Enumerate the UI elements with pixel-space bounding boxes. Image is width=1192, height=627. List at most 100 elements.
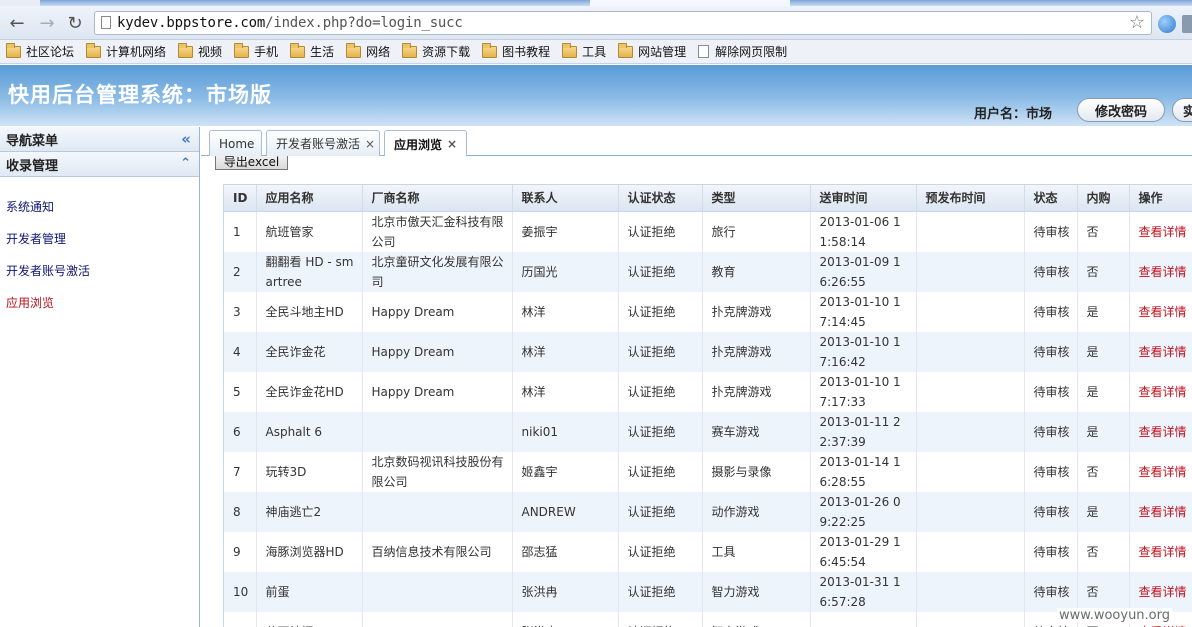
sidebar-section-title: 收录管理 — [6, 158, 59, 174]
table-body: 1 航班管家 北京市傲天汇金科技有限公司 姜振宇 认证拒绝 旅行 2013-01-06 11… — [224, 211, 1192, 627]
bookmark-item[interactable]: 生活 — [290, 42, 335, 60]
bookmark-item[interactable]: 视频 — [178, 42, 222, 60]
bookmark-item[interactable]: 手机 — [234, 42, 278, 60]
table-row[interactable]: 4 全民诈金花 Happy Dream 林洋 认证拒绝 扑克牌游戏 2013-01-10 1… — [224, 331, 1192, 372]
table-cell: 认证拒绝 — [618, 251, 703, 292]
sidebar-item[interactable]: 应用浏览 — [0, 286, 199, 318]
table-cell: 是 — [1077, 491, 1130, 532]
table-cell — [362, 411, 513, 452]
forward-icon[interactable]: → — [36, 12, 58, 34]
column-header[interactable]: 送审时间 — [810, 185, 917, 212]
view-details-link[interactable]: 查看详情 — [1129, 491, 1192, 532]
bookmark-item[interactable]: 图书教程 — [482, 42, 550, 60]
sidebar-list: 系统通知 开发者管理 开发者账号激活 应用浏览 — [0, 177, 199, 318]
table-cell: 是 — [1077, 411, 1130, 452]
wrench-icon[interactable] — [1182, 15, 1192, 33]
view-details-link[interactable]: 查看详情 — [1129, 251, 1192, 292]
table-row[interactable]: 7 玩转3D 北京数码视讯科技股份有限公司 姬鑫宇 认证拒绝 摄影与录像 2013-01-1… — [224, 451, 1192, 492]
main-content: 导出excel ID 应用名称 厂商名称 联系人 认证状态 类型 送审时间 预发布时间 状态 内购… — [201, 156, 1192, 627]
table-row[interactable]: 10 前蛋 张洪冉 认证拒绝 智力游戏 2013-01-31 16:57:28 待审核否查看… — [224, 571, 1192, 612]
table-cell: 待审核 — [1024, 531, 1078, 572]
bookmark-item[interactable]: 网络 — [346, 42, 391, 60]
table-cell: 北京童研文化发展有限公司 — [362, 251, 513, 292]
table-cell — [916, 211, 1025, 252]
column-header[interactable]: 类型 — [702, 185, 811, 212]
tab[interactable]: 开发者账号激活 × — [266, 130, 380, 156]
close-icon[interactable]: × — [365, 137, 375, 151]
bookmark-item[interactable]: 社区论坛 — [6, 42, 75, 60]
column-header[interactable]: 认证状态 — [618, 185, 703, 212]
export-excel-button[interactable]: 导出excel — [215, 156, 288, 170]
view-details-link[interactable]: 查看详情 — [1129, 331, 1192, 372]
column-header[interactable]: 操作 — [1129, 185, 1192, 212]
table-row[interactable]: 8 神庙逃亡2 ANDREW 认证拒绝 动作游戏 2013-01-26 09:22:25 待… — [224, 491, 1192, 532]
bookmark-label: 工具 — [582, 45, 607, 59]
bookmark-label: 网络 — [366, 45, 391, 59]
table-cell: 认证拒绝 — [618, 411, 703, 452]
exit-button[interactable]: 实 — [1172, 98, 1192, 122]
view-details-link[interactable]: 查看详情 — [1129, 211, 1192, 252]
table-row[interactable]: 2 翻翻看 HD - smartree 北京童研文化发展有限公司 历国光 认证拒绝 教育 2… — [224, 251, 1192, 292]
collapse-left-icon[interactable]: « — [181, 130, 191, 148]
bookmark-item[interactable]: 工具 — [562, 42, 607, 60]
table-cell: Happy Dream — [362, 331, 513, 372]
view-details-link[interactable]: 查看详情 — [1129, 291, 1192, 332]
folder-icon — [178, 42, 194, 58]
column-header[interactable]: ID — [224, 185, 257, 212]
view-details-link[interactable]: 查看详情 — [1129, 371, 1192, 412]
table-cell: 否 — [1077, 451, 1130, 492]
sidebar-item[interactable]: 开发者管理 — [0, 222, 199, 254]
back-icon[interactable]: ← — [6, 12, 28, 34]
table-cell: 百纳信息技术有限公司 — [362, 531, 513, 572]
column-header[interactable]: 联系人 — [512, 185, 619, 212]
globe-icon[interactable] — [1158, 15, 1176, 33]
view-details-link[interactable]: 查看详情 — [1129, 451, 1192, 492]
column-header[interactable]: 厂商名称 — [362, 185, 513, 212]
bookmark-label: 社区论坛 — [26, 45, 75, 59]
table-header-row: ID 应用名称 厂商名称 联系人 认证状态 类型 送审时间 预发布时间 状态 内购 操作 — [224, 185, 1192, 212]
folder-icon — [234, 42, 250, 58]
url-input[interactable]: kydev.bppstore.com/index.php?do=login_su… — [94, 11, 1152, 35]
tab[interactable]: 应用浏览 × — [384, 130, 467, 157]
sidebar-item[interactable]: 开发者账号激活 — [0, 254, 199, 286]
table-cell: 是 — [1077, 331, 1130, 372]
bookmark-item[interactable]: 计算机网络 — [86, 42, 166, 60]
table-row[interactable]: 11萌面神探张洪冉认证拒绝智力游戏2013-01-31待审核否查看详情 — [224, 611, 1192, 627]
table-cell: 待审核 — [1024, 251, 1078, 292]
table-cell: 摄影与录像 — [702, 451, 811, 492]
view-details-link[interactable]: 查看详情 — [1129, 531, 1192, 572]
bookmark-item[interactable]: 资源下载 — [402, 42, 470, 60]
bookmark-label: 生活 — [310, 45, 335, 59]
view-details-link[interactable]: 查看详情 — [1129, 411, 1192, 452]
table-row[interactable]: 9 海豚浏览器HD 百纳信息技术有限公司 邵志猛 认证拒绝 工具 2013-01-29 16… — [224, 531, 1192, 572]
table-row[interactable]: 1 航班管家 北京市傲天汇金科技有限公司 姜振宇 认证拒绝 旅行 2013-01-06 11… — [224, 211, 1192, 252]
sidebar-section-header[interactable]: 收录管理 ⌃ — [0, 152, 199, 177]
bookmark-star-icon[interactable]: ☆ — [1129, 12, 1145, 33]
table-cell: Happy Dream — [362, 371, 513, 412]
tab[interactable]: Home — [209, 130, 262, 156]
table-cell — [916, 531, 1025, 572]
column-header[interactable]: 内购 — [1077, 185, 1130, 212]
table-cell: 北京数码视讯科技股份有限公司 — [362, 451, 513, 492]
reload-icon[interactable]: ↻ — [64, 12, 86, 34]
bookmark-item[interactable]: 网站管理 — [618, 42, 686, 60]
table-cell: 张洪冉 — [512, 571, 619, 612]
table-row[interactable]: 6 Asphalt 6 niki01 认证拒绝 赛车游戏 2013-01-11 22:37… — [224, 411, 1192, 452]
table-cell: 扑克牌游戏 — [702, 331, 811, 372]
tab-label: 应用浏览 — [394, 137, 443, 152]
view-details-link[interactable]: 查看详情 — [1129, 571, 1192, 612]
column-header[interactable]: 应用名称 — [256, 185, 363, 212]
change-password-button[interactable]: 修改密码 — [1077, 98, 1165, 122]
sidebar-item[interactable]: 系统通知 — [0, 190, 199, 222]
table-row[interactable]: 5 全民诈金花HD Happy Dream 林洋 认证拒绝 扑克牌游戏 2013-01-10… — [224, 371, 1192, 412]
column-header[interactable]: 状态 — [1024, 185, 1078, 212]
column-header[interactable]: 预发布时间 — [916, 185, 1025, 212]
table-cell: 林洋 — [512, 291, 619, 332]
table-row[interactable]: 3 全民斗地主HD Happy Dream 林洋 认证拒绝 扑克牌游戏 2013-01-10… — [224, 291, 1192, 332]
bookmark-item[interactable]: 解除网页限制 — [698, 43, 787, 60]
collapse-up-icon[interactable]: ⌃ — [180, 156, 191, 171]
table-cell: 赛车游戏 — [702, 411, 811, 452]
folder-icon — [6, 42, 21, 58]
table-cell: 认证拒绝 — [618, 371, 703, 412]
close-icon[interactable]: × — [447, 137, 457, 151]
